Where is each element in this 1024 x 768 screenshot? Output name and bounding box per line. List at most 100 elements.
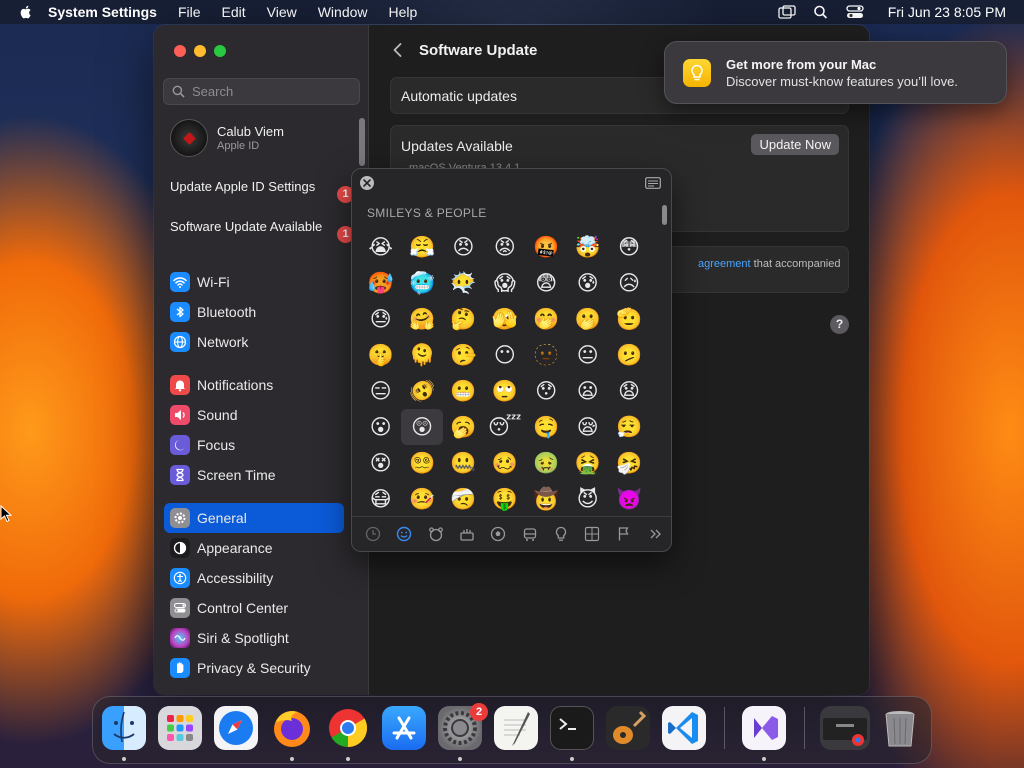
emoji-cell[interactable]: 😦 bbox=[567, 373, 608, 409]
apple-menu-icon[interactable] bbox=[18, 4, 34, 20]
emoji-picker-scrollbar[interactable] bbox=[662, 205, 667, 225]
emoji-cell[interactable]: 😪 bbox=[567, 409, 608, 445]
sidebar-item-siri-spotlight[interactable]: Siri & Spotlight bbox=[164, 623, 344, 653]
back-chevron-icon[interactable] bbox=[390, 41, 406, 59]
emoji-cell[interactable]: 🤠 bbox=[526, 481, 567, 517]
emoji-cell[interactable]: 😓 bbox=[360, 301, 401, 337]
emoji-cell[interactable]: 😰 bbox=[567, 265, 608, 301]
emoji-cell[interactable]: 🤗 bbox=[401, 301, 442, 337]
dock-chrome[interactable] bbox=[326, 706, 370, 750]
dock-terminal[interactable] bbox=[550, 706, 594, 750]
emoji-cell[interactable]: 🤑 bbox=[484, 481, 525, 517]
menu-view[interactable]: View bbox=[267, 4, 297, 20]
tab-travel[interactable] bbox=[521, 525, 539, 543]
sidebar-alert-software-update[interactable]: Software Update Available 1 bbox=[170, 219, 354, 243]
emoji-cell[interactable]: 🤒 bbox=[401, 481, 442, 517]
menu-file[interactable]: File bbox=[178, 4, 201, 20]
emoji-cell[interactable]: 🫨 bbox=[401, 373, 442, 409]
search-input[interactable] bbox=[192, 84, 342, 99]
emoji-cell[interactable]: 🤯 bbox=[567, 229, 608, 265]
menu-edit[interactable]: Edit bbox=[222, 4, 246, 20]
license-agreement-link[interactable]: agreement bbox=[698, 258, 751, 270]
dock-vscode[interactable] bbox=[662, 706, 706, 750]
sidebar-item-bluetooth[interactable]: Bluetooth bbox=[164, 297, 344, 327]
emoji-cell[interactable]: 🤢 bbox=[526, 445, 567, 481]
menu-clock[interactable]: Fri Jun 23 8:05 PM bbox=[888, 4, 1006, 20]
emoji-cell[interactable]: 😐 bbox=[567, 337, 608, 373]
search-field[interactable] bbox=[163, 78, 360, 105]
emoji-cell[interactable]: 😳 bbox=[608, 229, 649, 265]
sidebar-alert-apple-id[interactable]: Update Apple ID Settings 1 bbox=[170, 179, 354, 203]
emoji-cell[interactable]: 🤐 bbox=[443, 445, 484, 481]
emoji-cell[interactable]: 🫤 bbox=[608, 337, 649, 373]
emoji-cell[interactable]: 🥱 bbox=[443, 409, 484, 445]
emoji-cell[interactable]: 😤 bbox=[401, 229, 442, 265]
emoji-cell[interactable]: 🤬 bbox=[526, 229, 567, 265]
sidebar-item-general[interactable]: General bbox=[164, 503, 344, 533]
emoji-cell[interactable]: 🤮 bbox=[567, 445, 608, 481]
tab-activity[interactable] bbox=[489, 525, 507, 543]
sidebar-item-focus[interactable]: Focus bbox=[164, 430, 344, 460]
emoji-cell[interactable]: 🙄 bbox=[484, 373, 525, 409]
emoji-cell[interactable]: 😨 bbox=[526, 265, 567, 301]
dock-safari[interactable] bbox=[214, 706, 258, 750]
update-now-button[interactable]: Update Now bbox=[751, 134, 839, 155]
sidebar-scrollbar[interactable] bbox=[359, 118, 365, 166]
emoji-cell[interactable]: 😡 bbox=[484, 229, 525, 265]
emoji-cell[interactable]: 😮 bbox=[360, 409, 401, 445]
emoji-cell[interactable]: 😱 bbox=[484, 265, 525, 301]
emoji-cell[interactable]: 😴 bbox=[484, 409, 525, 445]
tab-flags[interactable] bbox=[615, 525, 633, 543]
dock-trash[interactable] bbox=[878, 706, 922, 750]
screen-mirroring-icon[interactable] bbox=[778, 5, 796, 19]
dock-visual-studio[interactable] bbox=[742, 706, 786, 750]
emoji-cell[interactable]: 😧 bbox=[608, 373, 649, 409]
sidebar-item-network[interactable]: Network bbox=[164, 327, 344, 357]
notification-banner[interactable]: Get more from your Mac Discover must-kno… bbox=[664, 41, 1007, 104]
emoji-cell[interactable]: 🤔 bbox=[443, 301, 484, 337]
emoji-cell[interactable]: 🫠 bbox=[401, 337, 442, 373]
emoji-cell[interactable]: 🤥 bbox=[443, 337, 484, 373]
emoji-cell[interactable]: 🤫 bbox=[360, 337, 401, 373]
apple-id-account[interactable]: Calub Viem Apple ID bbox=[170, 119, 284, 157]
character-viewer-toggle-icon[interactable] bbox=[645, 177, 661, 189]
emoji-cell[interactable]: 🫣 bbox=[484, 301, 525, 337]
minimize-window-button[interactable] bbox=[194, 45, 206, 57]
sidebar-item-accessibility[interactable]: Accessibility bbox=[164, 563, 344, 593]
tab-animals[interactable] bbox=[427, 525, 445, 543]
spotlight-search-icon[interactable] bbox=[812, 5, 830, 19]
emoji-cell[interactable]: 🤤 bbox=[526, 409, 567, 445]
sidebar-item-wifi[interactable]: Wi-Fi bbox=[164, 267, 344, 297]
emoji-cell[interactable]: 😥 bbox=[608, 265, 649, 301]
emoji-cell[interactable]: 😲 bbox=[401, 409, 443, 445]
emoji-cell[interactable]: 🤭 bbox=[526, 301, 567, 337]
emoji-cell[interactable]: 🤧 bbox=[608, 445, 649, 481]
menu-help[interactable]: Help bbox=[389, 4, 418, 20]
tab-more[interactable] bbox=[646, 525, 664, 543]
emoji-cell[interactable]: 😵 bbox=[360, 445, 401, 481]
emoji-cell[interactable]: 😮‍💨 bbox=[608, 409, 649, 445]
emoji-cell[interactable]: 😑 bbox=[360, 373, 401, 409]
emoji-cell[interactable]: 👿 bbox=[608, 481, 649, 517]
emoji-cell[interactable]: 🫢 bbox=[567, 301, 608, 337]
help-button[interactable]: ? bbox=[830, 315, 849, 334]
dock-finder[interactable] bbox=[102, 706, 146, 750]
emoji-cell[interactable]: 😯 bbox=[526, 373, 567, 409]
menu-window[interactable]: Window bbox=[318, 4, 368, 20]
dock-garageband[interactable] bbox=[606, 706, 650, 750]
menu-app-name[interactable]: System Settings bbox=[48, 4, 157, 20]
tab-symbols[interactable] bbox=[583, 525, 601, 543]
sidebar-item-privacy-security[interactable]: Privacy & Security bbox=[164, 653, 344, 683]
emoji-cell[interactable]: 😶‍🌫️ bbox=[443, 265, 484, 301]
emoji-cell[interactable]: 😵‍💫 bbox=[401, 445, 442, 481]
sidebar-item-notifications[interactable]: Notifications bbox=[164, 370, 344, 400]
emoji-cell[interactable]: 🥵 bbox=[360, 265, 401, 301]
emoji-cell[interactable]: 😶 bbox=[484, 337, 525, 373]
dock-minimized-chrome-window[interactable] bbox=[820, 706, 870, 750]
emoji-cell[interactable]: 😠 bbox=[443, 229, 484, 265]
control-center-icon[interactable] bbox=[846, 5, 864, 19]
dock-app-store[interactable] bbox=[382, 706, 426, 750]
tab-food[interactable] bbox=[458, 525, 476, 543]
tab-objects[interactable] bbox=[552, 525, 570, 543]
emoji-picker-close-button[interactable] bbox=[360, 176, 374, 190]
